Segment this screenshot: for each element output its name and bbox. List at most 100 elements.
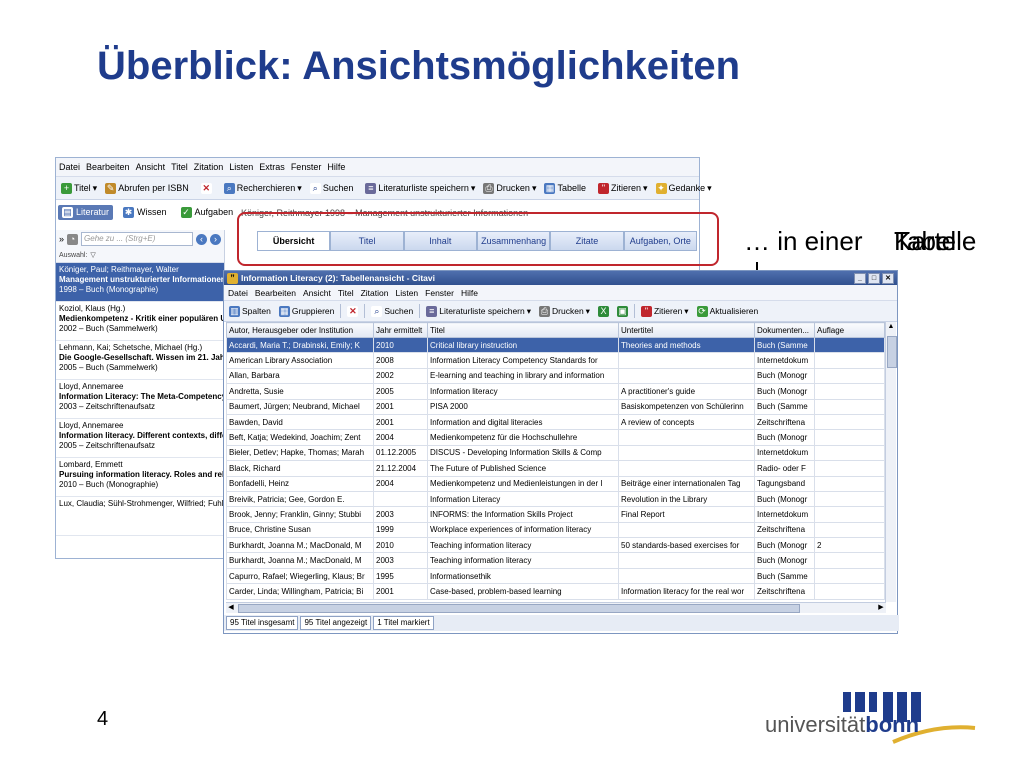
bg-menu-item[interactable]: Fenster bbox=[291, 162, 322, 172]
list-item[interactable]: Koziol, Klaus (Hg.) Medienkompetenz - Kri… bbox=[56, 302, 224, 341]
scroll-right-icon[interactable]: ▶ bbox=[876, 603, 886, 613]
vertical-scrollbar[interactable]: ▲ bbox=[885, 322, 897, 602]
bg-menu-item[interactable]: Zitation bbox=[194, 162, 224, 172]
table-button[interactable]: ▦ Tabelle bbox=[542, 182, 588, 194]
table-cell: Critical library instruction bbox=[427, 336, 619, 354]
bg-menu-item[interactable]: Datei bbox=[59, 162, 80, 172]
print-button[interactable]: ⎙ Drucken ▾ bbox=[481, 182, 538, 194]
scroll-thumb[interactable] bbox=[887, 336, 897, 368]
table-row[interactable]: Burkhardt, Joanna M.; MacDonald, M 2003 Te… bbox=[226, 552, 885, 569]
new-title-button[interactable]: + Titel ▾ bbox=[59, 182, 99, 194]
bg-menu-item[interactable]: Extras bbox=[259, 162, 285, 172]
column-header[interactable]: Autor, Herausgeber oder Institution bbox=[226, 322, 374, 338]
list-item[interactable]: Lux, Claudia; Sühl-Strohmenger, Wilfried… bbox=[56, 497, 224, 536]
search-button[interactable]: ⌕ Suchen bbox=[369, 305, 415, 317]
bg-menu-item[interactable]: Bearbeiten bbox=[86, 162, 130, 172]
table-row[interactable]: Breivik, Patricia; Gee, Gordon E. Informa… bbox=[226, 490, 885, 508]
delete-icon: ✕ bbox=[347, 305, 359, 317]
menu-item[interactable]: Zitation bbox=[361, 288, 389, 298]
books-icon: ▤ bbox=[62, 206, 73, 218]
list-item[interactable]: Lloyd, Annemaree Information Literacy: Th… bbox=[56, 380, 224, 419]
column-header[interactable]: Untertitel bbox=[618, 322, 755, 338]
table-cell: Bonfadelli, Heinz bbox=[226, 475, 374, 492]
history-icon[interactable]: ◔ bbox=[67, 233, 79, 245]
table-cell: Internetdokum bbox=[754, 352, 815, 369]
table-cell: Information and digital literacies bbox=[427, 413, 619, 431]
delete-button[interactable]: ✕ bbox=[345, 305, 360, 317]
menu-item[interactable]: Listen bbox=[395, 288, 418, 298]
export-button[interactable]: ▣ bbox=[615, 305, 630, 317]
search-button[interactable]: ⌕ Suchen bbox=[308, 182, 356, 194]
cite-button[interactable]: " Zitieren ▾ bbox=[639, 305, 691, 317]
group-button[interactable]: ▦ Gruppieren bbox=[277, 305, 337, 317]
bg-menu-item[interactable]: Ansicht bbox=[136, 162, 166, 172]
delete-button[interactable]: ✕ bbox=[199, 182, 214, 194]
table-cell: 2005 bbox=[373, 383, 428, 400]
table-row[interactable]: Allan, Barbara 2002 E-learning and teachin… bbox=[226, 367, 885, 385]
table-row[interactable]: Beft, Katja; Wedekind, Joachim; Zent 2004… bbox=[226, 429, 885, 446]
quote-icon: " bbox=[640, 305, 652, 317]
column-header[interactable]: Auflage bbox=[814, 322, 885, 338]
table-row[interactable]: Capurro, Rafael; Wiegerling, Klaus; Br 19… bbox=[226, 567, 885, 585]
cite-button[interactable]: " Zitieren ▾ bbox=[596, 182, 650, 194]
bg-menu-item[interactable]: Titel bbox=[171, 162, 188, 172]
thought-button[interactable]: ✦ Gedanke ▾ bbox=[654, 182, 714, 194]
menu-item[interactable]: Fenster bbox=[425, 288, 454, 298]
column-header[interactable]: Titel bbox=[427, 322, 619, 338]
menu-item[interactable]: Ansicht bbox=[303, 288, 331, 298]
table-row[interactable]: Bawden, David 2001 Information and digital… bbox=[226, 413, 885, 431]
table-row[interactable]: Bieler, Detlev; Hapke, Thomas; Marah 01.1… bbox=[226, 444, 885, 462]
menu-item[interactable]: Titel bbox=[338, 288, 354, 298]
scroll-left-icon[interactable]: ◀ bbox=[226, 603, 236, 613]
bg-menu-item[interactable]: Hilfe bbox=[327, 162, 345, 172]
forward-icon[interactable]: › bbox=[210, 233, 222, 245]
goto-input[interactable]: Gehe zu ... (Strg+E) bbox=[81, 232, 194, 246]
double-chevron-icon[interactable]: » bbox=[59, 234, 64, 244]
list-item[interactable]: Lombard, Emmett Pursuing information lite… bbox=[56, 458, 224, 497]
refresh-button[interactable]: ⟳ Aktualisieren bbox=[695, 305, 761, 317]
save-list-button[interactable]: ≡ Literaturliste speichern ▾ bbox=[363, 182, 477, 194]
tab-literatur[interactable]: ▤ Literatur bbox=[58, 204, 114, 220]
table-row[interactable]: Andretta, Susie 2005 Information literacy A… bbox=[226, 383, 885, 400]
table-row[interactable]: Brook, Jenny; Franklin, Ginny; Stubbi 200… bbox=[226, 506, 885, 523]
table-row[interactable]: Burkhardt, Joanna M.; MacDonald, M 2010 Te… bbox=[226, 537, 885, 554]
list-item[interactable]: Lloyd, Annemaree Information literacy. Di… bbox=[56, 419, 224, 458]
list-item[interactable]: Lehmann, Kai; Schetsche, Michael (Hg.) Di… bbox=[56, 341, 224, 380]
table-row[interactable]: Bruce, Christine Susan 1999 Workplace expe… bbox=[226, 521, 885, 539]
columns-button[interactable]: ▥ Spalten bbox=[227, 305, 273, 317]
horizontal-scrollbar[interactable]: ◀ ▶ bbox=[226, 602, 886, 613]
back-icon[interactable]: ‹ bbox=[196, 233, 208, 245]
scroll-thumb[interactable] bbox=[238, 604, 800, 613]
print-button[interactable]: ⎙ Drucken ▾ bbox=[537, 305, 592, 317]
table-row[interactable]: Baumert, Jürgen; Neubrand, Michael 2001 PI… bbox=[226, 398, 885, 415]
table-row[interactable]: Bonfadelli, Heinz 2004 Medienkompetenz und… bbox=[226, 475, 885, 492]
column-header[interactable]: Dokumenten... bbox=[754, 322, 815, 338]
table-cell: 2003 bbox=[373, 506, 428, 523]
bg-menubar: Datei Bearbeiten Ansicht Titel Zitation … bbox=[56, 158, 699, 177]
research-button[interactable]: ⌕ Recherchieren ▾ bbox=[222, 182, 304, 194]
bg-menu-item[interactable]: Listen bbox=[229, 162, 253, 172]
menu-item[interactable]: Bearbeiten bbox=[255, 288, 296, 298]
table-cell: Allan, Barbara bbox=[226, 367, 374, 385]
column-header[interactable]: Jahr ermittelt bbox=[373, 322, 428, 338]
maximize-button[interactable]: □ bbox=[868, 273, 880, 284]
close-button[interactable]: ✕ bbox=[882, 273, 894, 284]
list-item[interactable]: Königer, Paul; Reithmayer, Walter Managem… bbox=[56, 263, 224, 302]
table-cell bbox=[814, 567, 885, 585]
menu-item[interactable]: Hilfe bbox=[461, 288, 478, 298]
table-row[interactable]: Carder, Linda; Willingham, Patricia; Bi 2… bbox=[226, 583, 885, 600]
isbn-button[interactable]: ✎ Abrufen per ISBN bbox=[103, 182, 191, 194]
table-row[interactable]: American Library Association 2008 Informat… bbox=[226, 352, 885, 369]
table-row[interactable]: Accardi, Maria T.; Drabinski, Emily; K 20… bbox=[226, 336, 885, 354]
table-cell: Baumert, Jürgen; Neubrand, Michael bbox=[226, 398, 374, 415]
table-row[interactable]: Black, Richard 21.12.2004 The Future of Pu… bbox=[226, 460, 885, 477]
filter-icon[interactable]: ▽ bbox=[90, 251, 95, 259]
scroll-up-icon[interactable]: ▲ bbox=[886, 322, 896, 332]
tab-wissen[interactable]: ✱ Wissen bbox=[119, 205, 171, 220]
menu-item[interactable]: Datei bbox=[228, 288, 248, 298]
search-icon: ⌕ bbox=[371, 305, 383, 317]
tab-aufgaben[interactable]: ✓ Aufgaben bbox=[177, 205, 238, 220]
excel-export-button[interactable]: X bbox=[596, 305, 611, 317]
minimize-button[interactable]: _ bbox=[854, 273, 866, 284]
save-list-button[interactable]: ≡ Literaturliste speichern ▾ bbox=[424, 305, 533, 317]
